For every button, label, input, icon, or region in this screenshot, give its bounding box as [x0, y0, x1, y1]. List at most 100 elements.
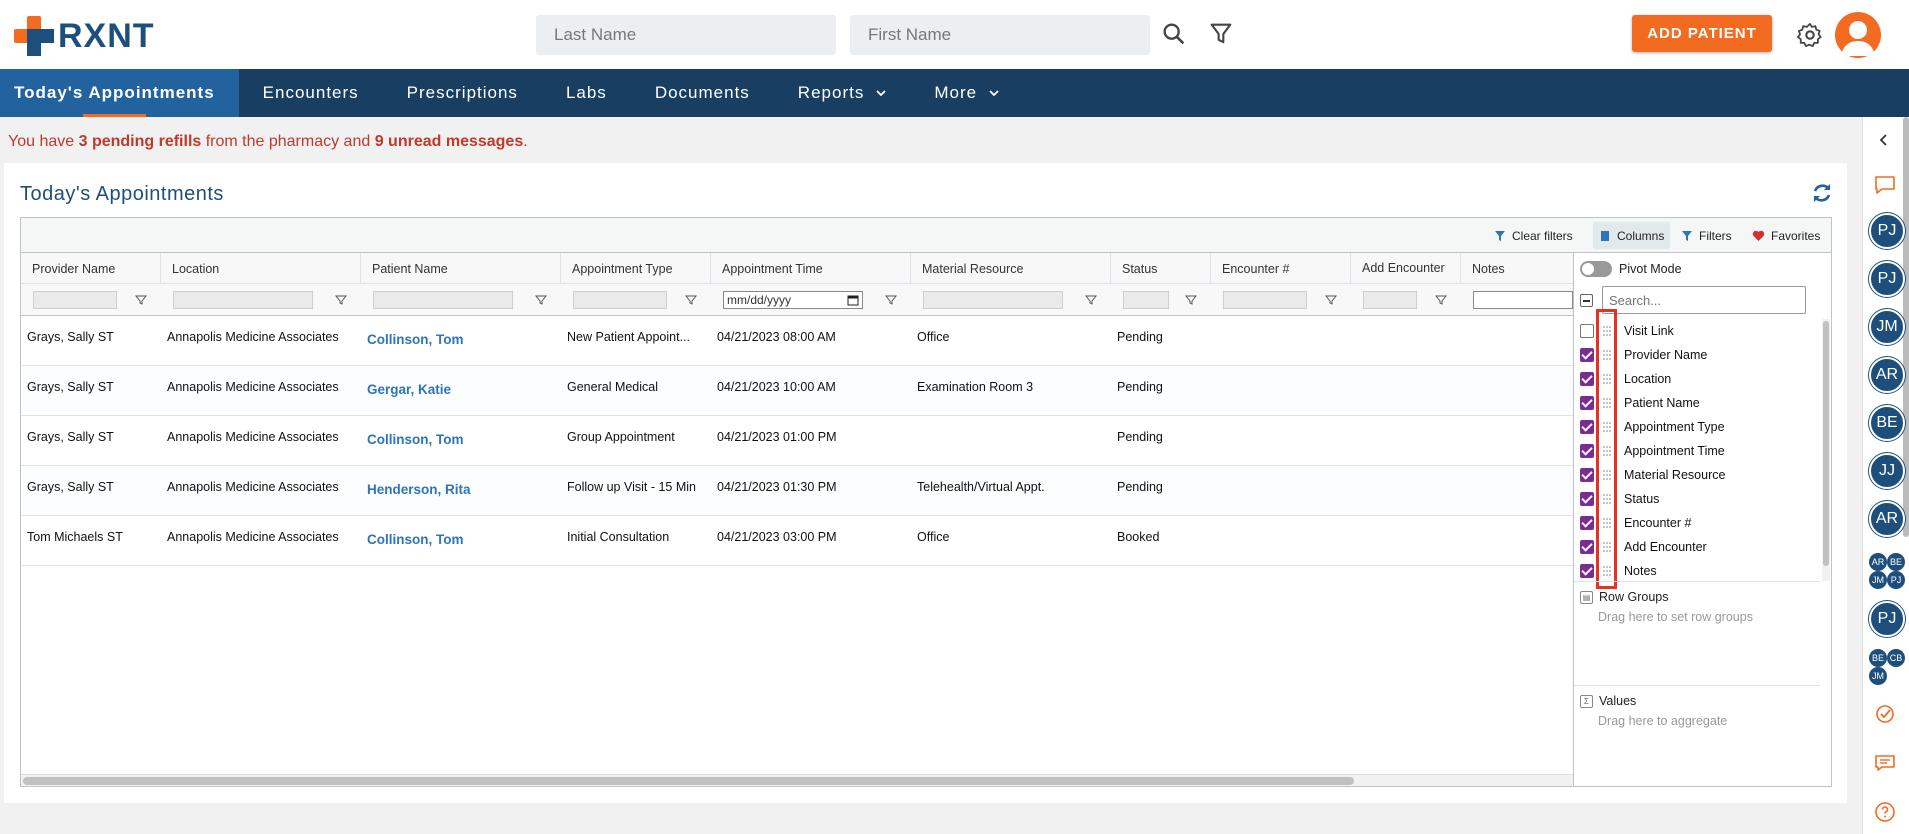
calendar-icon[interactable]: [847, 294, 859, 306]
avatar[interactable]: AR: [1869, 501, 1905, 537]
avatar[interactable]: BE: [1869, 405, 1905, 441]
avatar[interactable]: PJ: [1869, 213, 1905, 249]
column-header[interactable]: Appointment Type: [561, 253, 711, 284]
filter-icon[interactable]: [335, 294, 347, 306]
pivot-mode-toggle[interactable]: Pivot Mode: [1580, 261, 1682, 277]
avatar[interactable]: PJ: [1869, 261, 1905, 297]
filter-input[interactable]: [33, 291, 117, 309]
column-checkbox[interactable]: [1580, 468, 1594, 482]
select-all-checkbox[interactable]: [1580, 294, 1593, 307]
gear-icon[interactable]: [1796, 21, 1824, 49]
search-icon[interactable]: [1160, 20, 1188, 48]
column-checkbox[interactable]: [1580, 492, 1594, 506]
column-checkbox[interactable]: [1580, 396, 1594, 410]
filter-icon[interactable]: [1185, 294, 1197, 306]
avatar[interactable]: AR: [1869, 357, 1905, 393]
column-header[interactable]: Appointment Time: [711, 253, 911, 284]
filter-icon[interactable]: [1325, 294, 1337, 306]
nav-todays-appointments[interactable]: Today's Appointments: [0, 69, 239, 117]
column-checkbox[interactable]: [1580, 444, 1594, 458]
table-row[interactable]: Grays, Sally ST Annapolis Medicine Assoc…: [21, 466, 1573, 516]
date-filter-input[interactable]: mm/dd/yyyy: [723, 291, 863, 309]
patient-link[interactable]: Collinson, Tom: [367, 432, 464, 447]
chat-icon[interactable]: [1873, 173, 1897, 197]
column-header[interactable]: Status: [1111, 253, 1211, 284]
task-check-icon[interactable]: [1873, 702, 1897, 726]
table-row[interactable]: Grays, Sally ST Annapolis Medicine Assoc…: [21, 416, 1573, 466]
column-checkbox[interactable]: [1580, 564, 1594, 578]
appointments-grid: Clear filters Columns Filters Favorites …: [20, 217, 1832, 787]
nav-more[interactable]: More: [910, 69, 1023, 117]
pending-refills-link[interactable]: 3 pending refills: [79, 133, 202, 150]
filter-input[interactable]: [1123, 291, 1169, 309]
column-checkbox[interactable]: [1580, 540, 1594, 554]
notes-filter-input[interactable]: [1473, 291, 1573, 309]
avatar[interactable]: PJ: [1869, 601, 1905, 637]
column-checkbox[interactable]: [1580, 324, 1594, 338]
avatar[interactable]: JJ: [1869, 453, 1905, 489]
patient-link[interactable]: Collinson, Tom: [367, 532, 464, 547]
add-patient-button[interactable]: ADD PATIENT: [1632, 15, 1772, 52]
filter-icon[interactable]: [135, 294, 147, 306]
filter-icon[interactable]: [885, 294, 897, 306]
filter-icon[interactable]: [1435, 294, 1447, 306]
table-row[interactable]: Tom Michaels ST Annapolis Medicine Assoc…: [21, 516, 1573, 566]
patient-link[interactable]: Collinson, Tom: [367, 332, 464, 347]
filter-input[interactable]: [373, 291, 513, 309]
avatar[interactable]: JM: [1869, 309, 1905, 345]
column-checkbox[interactable]: [1580, 516, 1594, 530]
filter-input[interactable]: [173, 291, 313, 309]
column-header[interactable]: Material Resource: [911, 253, 1111, 284]
column-header[interactable]: Patient Name: [361, 253, 561, 284]
filter-input[interactable]: [923, 291, 1063, 309]
favorites-button[interactable]: Favorites: [1752, 226, 1820, 246]
scrollbar-thumb[interactable]: [23, 777, 1354, 785]
nav-prescriptions[interactable]: Prescriptions: [383, 69, 542, 117]
filter-icon[interactable]: [1085, 294, 1097, 306]
filter-input[interactable]: [573, 291, 667, 309]
message-icon[interactable]: [1873, 751, 1897, 775]
columns-search-input[interactable]: [1602, 286, 1806, 314]
column-list-scrollbar[interactable]: [1822, 319, 1830, 581]
column-checkbox[interactable]: [1580, 372, 1594, 386]
column-header[interactable]: Add Encounter: [1351, 253, 1461, 284]
values-section[interactable]: Σ Values Drag here to aggregate: [1574, 685, 1820, 785]
last-name-input[interactable]: [536, 15, 836, 55]
column-checkbox[interactable]: [1580, 348, 1594, 362]
patient-link[interactable]: Henderson, Rita: [367, 482, 471, 497]
column-header[interactable]: Encounter #: [1211, 253, 1351, 284]
user-avatar[interactable]: [1835, 12, 1881, 58]
chevron-left-icon[interactable]: [1877, 133, 1891, 147]
nav-reports[interactable]: Reports: [774, 69, 911, 117]
column-header[interactable]: Provider Name: [21, 253, 161, 284]
table-row[interactable]: Grays, Sally ST Annapolis Medicine Assoc…: [21, 366, 1573, 416]
filter-input[interactable]: [1363, 291, 1417, 309]
filter-icon[interactable]: [535, 294, 547, 306]
unread-messages-link[interactable]: 9 unread messages: [375, 133, 524, 150]
rxnt-logo[interactable]: RXNT: [14, 16, 155, 56]
scrollbar-thumb[interactable]: [1823, 321, 1829, 566]
horizontal-scrollbar[interactable]: [21, 774, 1573, 786]
nav-documents[interactable]: Documents: [631, 69, 774, 117]
avatar-group[interactable]: AR BE JM PJ: [1869, 553, 1905, 591]
avatar-group[interactable]: BE CB JM: [1869, 649, 1905, 687]
patient-link[interactable]: Gergar, Katie: [367, 382, 451, 397]
nav-labs[interactable]: Labs: [542, 69, 631, 117]
nav-encounters[interactable]: Encounters: [239, 69, 383, 117]
filter-icon[interactable]: [1207, 20, 1235, 48]
filter-input[interactable]: [1223, 291, 1307, 309]
column-header[interactable]: Notes: [1461, 253, 1573, 284]
columns-button[interactable]: Columns: [1593, 222, 1671, 249]
refresh-icon[interactable]: [1810, 181, 1834, 205]
filters-button[interactable]: Filters: [1681, 226, 1732, 246]
table-row[interactable]: Grays, Sally ST Annapolis Medicine Assoc…: [21, 316, 1573, 366]
first-name-input[interactable]: [850, 15, 1150, 55]
toggle-switch[interactable]: [1580, 261, 1612, 277]
help-icon[interactable]: [1873, 800, 1897, 824]
column-header[interactable]: Location: [161, 253, 361, 284]
filter-icon[interactable]: [685, 294, 697, 306]
clear-filters-button[interactable]: Clear filters: [1494, 226, 1573, 246]
row-groups-section[interactable]: ▤ Row Groups Drag here to set row groups: [1574, 581, 1820, 685]
top-header: RXNT ADD PATIENT: [0, 0, 1909, 69]
column-checkbox[interactable]: [1580, 420, 1594, 434]
